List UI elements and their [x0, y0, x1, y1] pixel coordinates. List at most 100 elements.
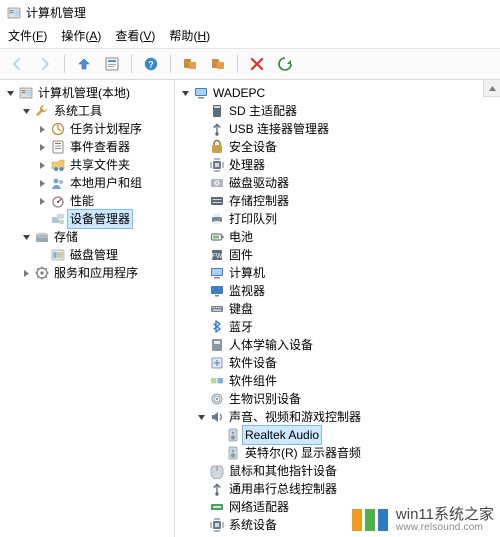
properties-button[interactable] — [101, 53, 123, 75]
wrench-icon — [34, 103, 50, 119]
tree-item[interactable]: 鼠标和其他指针设备 — [195, 462, 498, 480]
tree-item-label: USB 连接器管理器 — [227, 120, 331, 138]
mmc-icon — [18, 85, 34, 101]
expand-collapse-icon[interactable] — [20, 233, 32, 242]
clock-icon — [50, 121, 66, 137]
tree-item[interactable]: 系统工具任务计划程序事件查看器共享文件夹本地用户和组性能设备管理器 — [20, 102, 172, 228]
tree-item[interactable]: 系统设备 — [195, 516, 498, 534]
tree-item-label: 固件 — [227, 246, 255, 264]
tree-item-label: 人体学输入设备 — [227, 336, 315, 354]
tree-item[interactable]: 磁盘管理 — [36, 246, 172, 264]
up-button[interactable] — [73, 53, 95, 75]
tree-item-label: 服务和应用程序 — [52, 264, 140, 282]
app-icon — [6, 5, 22, 21]
tree-root[interactable]: 计算机管理(本地)系统工具任务计划程序事件查看器共享文件夹本地用户和组性能设备管… — [4, 84, 172, 282]
disk-icon — [209, 175, 225, 191]
tree-item[interactable]: 性能 — [36, 192, 172, 210]
tree-item-label: 存储控制器 — [227, 192, 291, 210]
tree-item[interactable]: 处理器 — [195, 156, 498, 174]
tree-root-label: 计算机管理(本地) — [36, 84, 132, 102]
tree-item-label: 系统工具 — [52, 102, 104, 120]
tree-item[interactable]: 英特尔(R) 显示器音频 — [211, 444, 498, 462]
tree-item-label: 网络适配器 — [227, 498, 291, 516]
tree-item-label: 声音、视频和游戏控制器 — [227, 408, 363, 426]
tree-item-label: SD 主适配器 — [227, 102, 299, 120]
tree-item[interactable]: USB 连接器管理器 — [195, 120, 498, 138]
tree-item[interactable]: 存储控制器 — [195, 192, 498, 210]
bluetooth-icon — [209, 319, 225, 335]
tree-item[interactable]: SD 主适配器 — [195, 102, 498, 120]
scroll-up-arrow[interactable] — [483, 80, 500, 97]
tree-item-label: 软件组件 — [227, 372, 279, 390]
disk-mgmt-icon — [50, 247, 66, 263]
expand-collapse-icon[interactable] — [179, 89, 191, 98]
expand-collapse-icon[interactable] — [195, 413, 207, 422]
expand-collapse-icon[interactable] — [20, 107, 32, 116]
tree-item[interactable]: 设备管理器 — [36, 210, 172, 228]
menubar: 文件(F) 操作(A) 查看(V) 帮助(H) — [0, 25, 500, 49]
tree-item-label: 本地用户和组 — [68, 174, 144, 192]
expand-collapse-icon[interactable] — [4, 89, 16, 98]
tree-item[interactable]: 声音、视频和游戏控制器Realtek Audio英特尔(R) 显示器音频 — [195, 408, 498, 462]
cpu-icon — [209, 157, 225, 173]
perf-icon — [50, 193, 66, 209]
expand-collapse-icon[interactable] — [36, 143, 48, 152]
soft-comp-icon — [209, 373, 225, 389]
help-button[interactable] — [140, 53, 162, 75]
menu-help[interactable]: 帮助(H) — [169, 27, 210, 44]
tree-item[interactable]: 人体学输入设备 — [195, 336, 498, 354]
tree-item[interactable]: 蓝牙 — [195, 318, 498, 336]
battery-icon — [209, 229, 225, 245]
tree-item[interactable]: 安全设备 — [195, 138, 498, 156]
tree-item[interactable]: 监视器 — [195, 282, 498, 300]
keyboard-icon — [209, 301, 225, 317]
tree-item[interactable]: 事件查看器 — [36, 138, 172, 156]
tree-item[interactable]: 任务计划程序 — [36, 120, 172, 138]
tree-item[interactable]: 软件设备 — [195, 354, 498, 372]
tree-item[interactable]: 服务和应用程序 — [20, 264, 172, 282]
security-icon — [209, 139, 225, 155]
menu-action[interactable]: 操作(A) — [61, 27, 101, 44]
tree-item[interactable]: 磁盘驱动器 — [195, 174, 498, 192]
menu-view[interactable]: 查看(V) — [115, 27, 155, 44]
tree-item[interactable]: 通用串行总线控制器 — [195, 480, 498, 498]
storage-icon — [34, 229, 50, 245]
expand-collapse-icon[interactable] — [20, 269, 32, 278]
tree-item[interactable]: 键盘 — [195, 300, 498, 318]
tree-item[interactable]: 存储磁盘管理 — [20, 228, 172, 264]
tree-item[interactable]: 共享文件夹 — [36, 156, 172, 174]
expand-collapse-icon[interactable] — [36, 161, 48, 170]
share-icon — [50, 157, 66, 173]
tree-item[interactable]: 打印队列 — [195, 210, 498, 228]
refresh-button[interactable] — [274, 53, 296, 75]
tree-item-label: 英特尔(R) 显示器音频 — [243, 444, 363, 462]
tree-item-label: 电池 — [227, 228, 255, 246]
tree-item[interactable]: Realtek Audio — [211, 426, 498, 444]
toolbar-sep — [237, 55, 238, 73]
tree-item-label: 系统设备 — [227, 516, 279, 534]
devices2-button[interactable] — [207, 53, 229, 75]
tree-item[interactable]: 生物识别设备 — [195, 390, 498, 408]
menu-file[interactable]: 文件(F) — [8, 27, 47, 44]
expand-collapse-icon[interactable] — [36, 197, 48, 206]
devices-button[interactable] — [179, 53, 201, 75]
tree-root[interactable]: WADEPCSD 主适配器USB 连接器管理器安全设备处理器磁盘驱动器存储控制器… — [179, 84, 498, 537]
tree-item-label: 生物识别设备 — [227, 390, 303, 408]
tree-item[interactable]: 网络适配器 — [195, 498, 498, 516]
tree-item[interactable]: 计算机 — [195, 264, 498, 282]
forward-button[interactable] — [34, 53, 56, 75]
tree-item[interactable]: 固件 — [195, 246, 498, 264]
tree-item-label: 键盘 — [227, 300, 255, 318]
tree-item-label: 任务计划程序 — [68, 120, 144, 138]
tree-item-label: 打印队列 — [227, 210, 279, 228]
tree-item[interactable]: 电池 — [195, 228, 498, 246]
body: 计算机管理(本地)系统工具任务计划程序事件查看器共享文件夹本地用户和组性能设备管… — [0, 80, 500, 537]
expand-collapse-icon[interactable] — [36, 179, 48, 188]
delete-button[interactable] — [246, 53, 268, 75]
tree-item[interactable]: 本地用户和组 — [36, 174, 172, 192]
device-tree[interactable]: WADEPCSD 主适配器USB 连接器管理器安全设备处理器磁盘驱动器存储控制器… — [175, 80, 500, 537]
back-button[interactable] — [6, 53, 28, 75]
console-tree[interactable]: 计算机管理(本地)系统工具任务计划程序事件查看器共享文件夹本地用户和组性能设备管… — [0, 80, 174, 286]
expand-collapse-icon[interactable] — [36, 125, 48, 134]
tree-item[interactable]: 软件组件 — [195, 372, 498, 390]
